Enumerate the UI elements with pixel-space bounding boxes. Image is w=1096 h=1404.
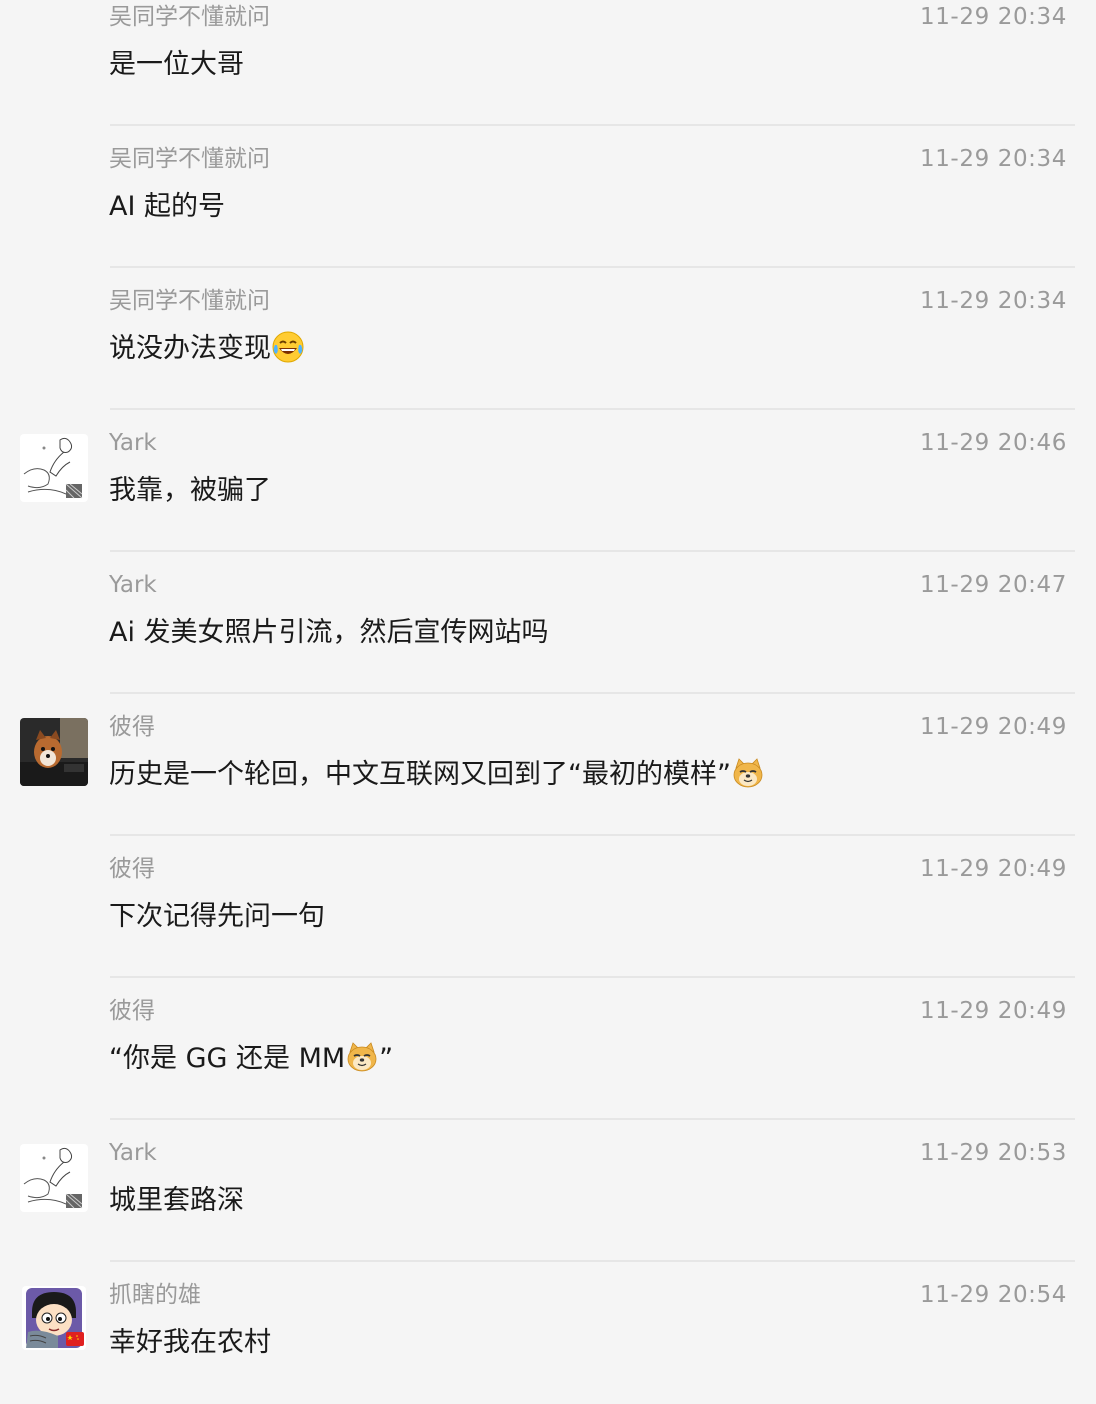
doge-emoji-icon xyxy=(345,1040,379,1074)
message-time: 11-29 20:49 xyxy=(919,714,1067,740)
laughing-tears-emoji-icon xyxy=(271,330,305,364)
message-item[interactable]: 吴同学不懂就问 11-29 20:34 说没办法变现 xyxy=(0,268,1096,410)
message-text: 城里套路深 xyxy=(109,1185,244,1216)
message-time: 11-29 20:34 xyxy=(919,4,1067,30)
message-item[interactable]: Yark 11-29 20:47 Ai 发美女照片引流，然后宣传网站吗 xyxy=(0,552,1096,694)
doge-emoji-icon xyxy=(731,756,765,790)
message-item[interactable]: 彼得 11-29 20:49 “你是 GG 还是 MM ” xyxy=(0,978,1096,1120)
sender-name[interactable]: 彼得 xyxy=(109,712,155,742)
dog-photo-avatar[interactable] xyxy=(20,718,88,786)
message-time: 11-29 20:54 xyxy=(919,1282,1067,1308)
message-time: 11-29 20:34 xyxy=(919,146,1067,172)
message-item[interactable]: 吴同学不懂就问 11-29 20:34 AI 起的号 xyxy=(0,126,1096,268)
sketch-avatar[interactable] xyxy=(20,434,88,502)
message-text-suffix: ” xyxy=(379,1043,394,1074)
message-text: 历史是一个轮回，中文互联网又回到了“最初的模样” xyxy=(109,759,731,790)
message-item[interactable]: Yark 11-29 20:53 城里套路深 xyxy=(0,1120,1096,1262)
message-text: Ai 发美女照片引流，然后宣传网站吗 xyxy=(109,617,549,648)
sender-name[interactable]: 彼得 xyxy=(109,854,155,884)
sketch-avatar[interactable] xyxy=(20,1144,88,1212)
message-time: 11-29 20:53 xyxy=(919,1140,1067,1166)
message-time: 11-29 20:49 xyxy=(919,856,1067,882)
chat-message-list: 吴同学不懂就问 11-29 20:34 是一位大哥 吴同学不懂就问 11-29 … xyxy=(0,0,1096,1404)
sender-name[interactable]: 吴同学不懂就问 xyxy=(109,2,270,32)
message-time: 11-29 20:46 xyxy=(919,430,1067,456)
message-item[interactable]: 吴同学不懂就问 11-29 20:34 是一位大哥 xyxy=(0,0,1096,126)
message-text: 我靠，被骗了 xyxy=(109,475,271,506)
sender-name[interactable]: 彼得 xyxy=(109,996,155,1026)
sender-name[interactable]: Yark xyxy=(109,1138,157,1168)
message-text: 下次记得先问一句 xyxy=(109,901,325,932)
message-text: 说没办法变现 xyxy=(109,333,271,364)
message-text: 是一位大哥 xyxy=(109,49,244,80)
message-text: AI 起的号 xyxy=(109,191,226,222)
message-text: “你是 GG 还是 MM xyxy=(109,1043,346,1074)
sender-name[interactable]: 吴同学不懂就问 xyxy=(109,144,270,174)
sender-name[interactable]: Yark xyxy=(109,570,157,600)
message-item[interactable]: 彼得 11-29 20:49 历史是一个轮回，中文互联网又回到了“最初的模样” xyxy=(0,694,1096,836)
sender-name[interactable]: 抓瞎的雄 xyxy=(109,1280,201,1310)
message-item[interactable]: 抓瞎的雄 11-29 20:54 幸好我在农村 xyxy=(0,1262,1096,1404)
message-item[interactable]: 彼得 11-29 20:49 下次记得先问一句 xyxy=(0,836,1096,978)
message-content: “你是 GG 还是 MM ” xyxy=(109,1039,393,1079)
sender-name[interactable]: Yark xyxy=(109,428,157,458)
cartoon-boy-avatar[interactable] xyxy=(22,1286,86,1350)
message-text: 幸好我在农村 xyxy=(109,1327,271,1358)
message-item[interactable]: Yark 11-29 20:46 我靠，被骗了 xyxy=(0,410,1096,552)
message-time: 11-29 20:49 xyxy=(919,998,1067,1024)
message-content: 说没办法变现 xyxy=(109,329,305,369)
message-time: 11-29 20:34 xyxy=(919,288,1067,314)
sender-name[interactable]: 吴同学不懂就问 xyxy=(109,286,270,316)
message-time: 11-29 20:47 xyxy=(919,572,1067,598)
message-content: 历史是一个轮回，中文互联网又回到了“最初的模样” xyxy=(109,755,765,795)
